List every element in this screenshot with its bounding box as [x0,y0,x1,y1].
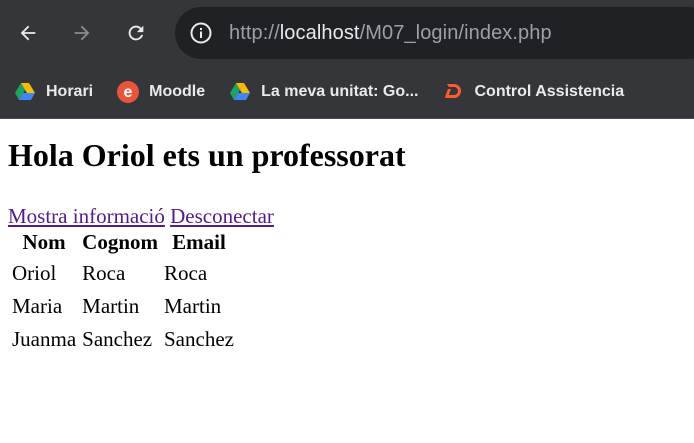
reload-button[interactable] [118,15,154,51]
bookmark-control-assistencia[interactable]: Control Assistencia [440,74,632,110]
table-header-row: Nom Cognom Email [10,228,236,256]
arrow-right-icon [74,25,90,41]
table-row: Maria Martin Martin [10,291,236,322]
google-drive-icon [229,81,251,103]
column-header-email: Email [172,230,226,254]
browser-toolbar: http://localhost/M07_login/index.php [0,0,694,66]
reload-icon [128,25,144,41]
column-header-nom: Nom [22,230,66,254]
back-button[interactable] [10,15,46,51]
bookmark-label: La meva unitat: Go... [261,83,419,100]
bookmarks-bar: Horari e Moodle La meva unitat: Go... Co… [0,66,694,119]
page-title: Hola Oriol ets un professorat [8,137,406,173]
url-path: /M07_login/index.php [359,21,552,44]
users-table: Nom Cognom Email Oriol Roca Roca Maria M… [8,226,238,357]
page-content: Hola Oriol ets un professorat Mostra inf… [0,135,694,357]
google-drive-icon [14,81,36,103]
bookmark-label: Horari [46,83,94,100]
cell-nom: Maria [12,294,63,318]
cell-email: Martin [164,294,222,318]
cell-nom: Oriol [12,261,57,285]
bookmark-label: Moodle [149,83,206,100]
url-host: localhost [279,21,360,44]
info-icon [190,22,212,44]
logout-link[interactable]: Desconectar [170,204,274,228]
cell-email: Sanchez [164,327,234,351]
bookmark-la-meva-unitat[interactable]: La meva unitat: Go... [227,74,426,110]
action-links: Mostra informació Desconectar [8,204,686,228]
forward-button[interactable] [64,15,100,51]
arrow-left-icon [20,25,36,41]
cell-email: Roca [164,261,208,285]
bookmark-moodle[interactable]: e Moodle [115,74,213,110]
cell-nom: Juanma [12,327,77,351]
table-row: Juanma Sanchez Sanchez [10,324,236,355]
cell-cognom: Martin [82,294,140,318]
url-text: http://localhost/M07_login/index.php [229,22,552,45]
bookmark-label: Control Assistencia [474,83,625,100]
site-info-button[interactable] [187,19,215,47]
cell-cognom: Sanchez [82,327,153,351]
cell-cognom: Roca [82,261,126,285]
svg-text:e: e [124,84,133,101]
d-logo-icon [442,81,464,103]
bookmark-horari[interactable]: Horari [12,74,101,110]
table-row: Oriol Roca Roca [10,258,236,289]
moodle-icon: e [117,81,140,103]
column-header-cognom: Cognom [82,230,158,254]
address-bar[interactable]: http://localhost/M07_login/index.php [175,7,694,59]
show-info-link[interactable]: Mostra informació [8,204,165,228]
url-scheme: http:// [229,21,280,44]
